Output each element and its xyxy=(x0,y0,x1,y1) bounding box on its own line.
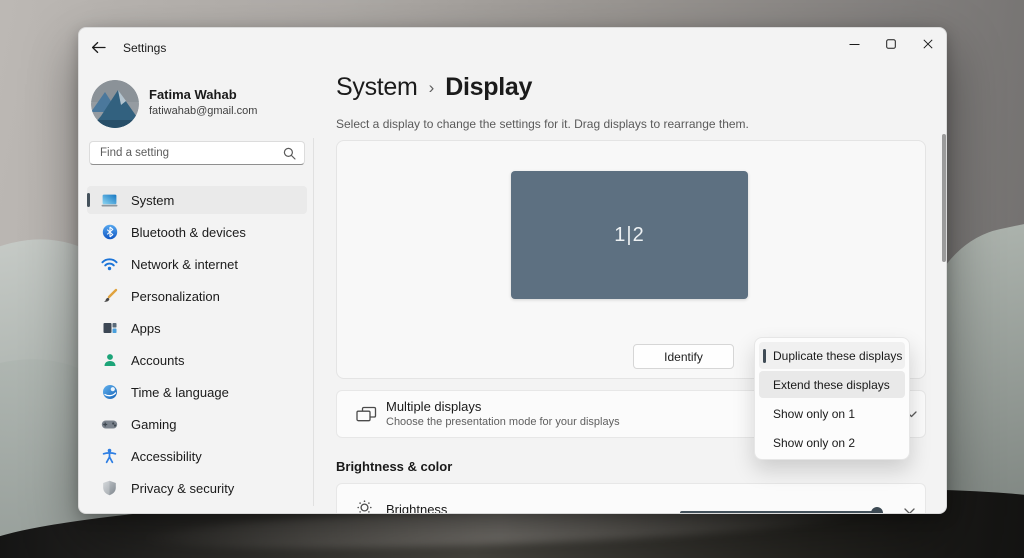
brightness-slider-thumb[interactable] xyxy=(871,507,883,514)
breadcrumb-parent[interactable]: System xyxy=(336,73,418,102)
sidebar-item-accessibility[interactable]: Accessibility xyxy=(87,442,307,470)
gaming-controller-icon xyxy=(101,416,118,433)
sidebar-item-label: Gaming xyxy=(131,417,177,432)
sidebar-item-label: System xyxy=(131,193,174,208)
sidebar-item-network-internet[interactable]: Network & internet xyxy=(87,250,307,278)
brightness-sun-icon xyxy=(355,498,374,514)
close-button[interactable] xyxy=(912,32,944,56)
maximize-icon xyxy=(886,39,896,49)
bluetooth-icon xyxy=(101,224,118,241)
accounts-person-icon xyxy=(101,352,118,369)
brightness-row[interactable]: Brightness xyxy=(336,483,926,514)
display-mode-dropdown: Duplicate these displays Extend these di… xyxy=(754,337,910,460)
avatar xyxy=(91,80,139,128)
sidebar-item-apps[interactable]: Apps xyxy=(87,314,307,342)
search-input[interactable] xyxy=(90,147,283,159)
sidebar-divider xyxy=(313,138,314,506)
sidebar-item-system[interactable]: System xyxy=(87,186,307,214)
brightness-label: Brightness xyxy=(386,502,447,514)
dropdown-option-show-only-on-1[interactable]: Show only on 1 xyxy=(759,400,905,427)
dropdown-option-duplicate-these-displays[interactable]: Duplicate these displays xyxy=(759,342,905,369)
search-box[interactable] xyxy=(89,141,305,165)
user-email: fatiwahab@gmail.com xyxy=(149,105,257,117)
sidebar-item-label: Personalization xyxy=(131,289,220,304)
back-arrow-icon xyxy=(91,41,106,54)
desktop: Settings Fatima Wahab fatiwahab@gmail.co… xyxy=(0,0,1024,558)
sidebar-item-label: Privacy & security xyxy=(131,481,234,496)
page-title: Display xyxy=(445,73,532,102)
sidebar-item-label: Accessibility xyxy=(131,449,202,464)
user-name: Fatima Wahab xyxy=(149,87,237,102)
multiple-displays-title: Multiple displays xyxy=(386,399,481,414)
system-laptop-icon xyxy=(101,192,118,209)
sidebar-item-bluetooth-devices[interactable]: Bluetooth & devices xyxy=(87,218,307,246)
page-description: Select a display to change the settings … xyxy=(336,117,749,131)
display-preview[interactable]: 1|2 xyxy=(511,171,748,299)
brightness-slider-fill xyxy=(680,511,877,514)
sidebar-item-label: Network & internet xyxy=(131,257,238,272)
brightness-slider[interactable] xyxy=(680,511,883,514)
window-title: Settings xyxy=(123,41,166,55)
display-preview-label: 1|2 xyxy=(614,224,644,247)
privacy-shield-icon xyxy=(101,480,118,497)
minimize-icon xyxy=(849,39,860,50)
back-button[interactable] xyxy=(86,36,110,58)
dropdown-option-show-only-on-2[interactable]: Show only on 2 xyxy=(759,429,905,456)
search-icon[interactable] xyxy=(283,147,296,160)
accessibility-person-icon xyxy=(101,448,118,465)
vertical-scrollbar[interactable] xyxy=(942,134,946,262)
identify-button[interactable]: Identify xyxy=(633,344,734,369)
close-icon xyxy=(923,39,933,49)
sidebar-item-personalization[interactable]: Personalization xyxy=(87,282,307,310)
breadcrumb: System › Display xyxy=(336,73,532,102)
personalization-brush-icon xyxy=(101,288,118,305)
breadcrumb-separator-icon: › xyxy=(429,78,435,98)
settings-window: Settings Fatima Wahab fatiwahab@gmail.co… xyxy=(78,27,947,514)
time-language-globe-icon xyxy=(101,384,118,401)
section-header-brightness-color: Brightness & color xyxy=(336,459,452,474)
sidebar-item-gaming[interactable]: Gaming xyxy=(87,410,307,438)
network-wifi-icon xyxy=(101,256,118,273)
sidebar-item-privacy-security[interactable]: Privacy & security xyxy=(87,474,307,502)
sidebar-item-label: Time & language xyxy=(131,385,229,400)
multiple-displays-subtitle: Choose the presentation mode for your di… xyxy=(386,416,620,428)
minimize-button[interactable] xyxy=(838,32,870,56)
dropdown-option-extend-these-displays[interactable]: Extend these displays xyxy=(759,371,905,398)
chevron-down-icon[interactable] xyxy=(904,508,915,514)
sidebar-item-label: Accounts xyxy=(131,353,184,368)
sidebar-item-label: Bluetooth & devices xyxy=(131,225,246,240)
multiple-displays-icon xyxy=(355,406,378,424)
sidebar-item-time-language[interactable]: Time & language xyxy=(87,378,307,406)
maximize-button[interactable] xyxy=(875,32,907,56)
sidebar-item-accounts[interactable]: Accounts xyxy=(87,346,307,374)
apps-grid-icon xyxy=(101,320,118,337)
sidebar-item-label: Apps xyxy=(131,321,161,336)
